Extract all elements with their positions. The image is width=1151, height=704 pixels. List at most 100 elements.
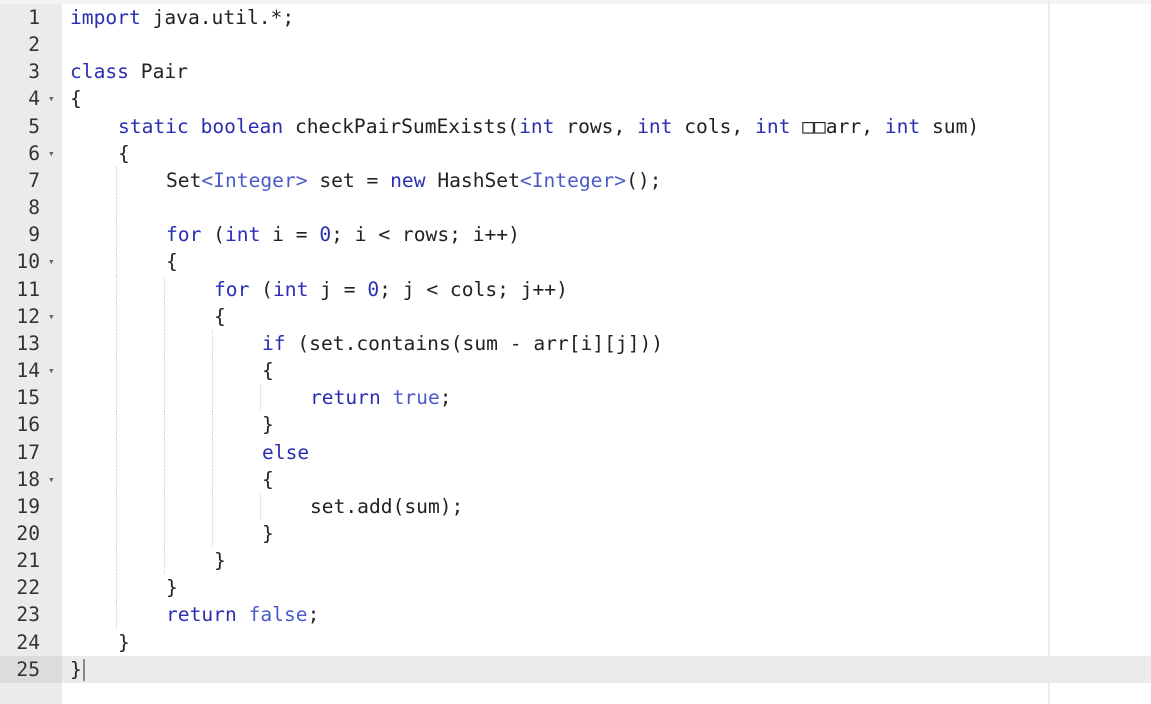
indent-guide [164,411,165,439]
code-line[interactable]: 23 return false; [0,601,1151,629]
code-line[interactable]: 7 Set<Integer> set = new HashSet<Integer>… [0,166,1151,195]
line-number-cell: 7 [0,167,62,194]
code-token: (set.contains(sum - arr[i][j])) [285,331,664,355]
line-number: 4 [28,87,40,111]
indent-guide [116,465,117,493]
type-token: 0 [367,277,380,301]
fold-toggle-icon[interactable]: ▾ [48,248,55,275]
line-number-cell: 22 [0,574,62,601]
keyword-token: int [755,114,791,138]
indent-guide [116,492,117,520]
code-token: checkPairSumExists( [283,114,520,138]
code-line[interactable]: 1 import java.util.*; [0,4,1151,31]
line-number: 14 [16,359,40,383]
code-line[interactable]: 9 for (int i = 0; i < rows; i++) [0,221,1151,249]
code-line[interactable]: 11 for (int j = 0; j < cols; j++) [0,275,1151,303]
code-text: } [166,574,178,601]
indent-guide [116,302,117,330]
keyword-token: int [224,223,261,247]
code-text: } [262,411,274,438]
line-number: 5 [28,114,40,138]
keyword-token: return [310,386,381,410]
code-text: static boolean checkPairSumExists(int ro… [118,113,979,140]
indent-guide [116,601,117,629]
code-line[interactable]: 22} [0,574,1151,602]
code-line[interactable]: 14 ▾ { [0,357,1151,385]
code-text: } [262,520,274,547]
code-token: ; [439,386,452,410]
line-number-cell: 14 ▾ [0,357,62,384]
line-number: 16 [16,413,40,437]
line-number: 20 [16,521,40,545]
code-line[interactable]: 25} [0,655,1151,683]
code-line[interactable]: 4 ▾{ [0,85,1151,112]
code-token: set = [307,168,391,192]
indent-guide [260,492,261,520]
indent-guide [164,438,165,466]
line-number-cell: 5 [0,113,62,140]
fold-toggle-icon[interactable]: ▾ [48,85,55,112]
indent-guide [212,465,213,493]
line-number-cell: 4 ▾ [0,85,62,112]
indent-guide [116,248,117,276]
fold-toggle-icon[interactable]: ▾ [48,466,55,493]
code-token: ( [249,277,273,301]
code-line[interactable]: 6 ▾{ [0,140,1151,167]
line-number-cell: 20 [0,520,62,547]
fold-toggle-icon[interactable]: ▾ [48,140,55,167]
code-line[interactable]: 15 return true; [0,384,1151,412]
indent-guide [116,574,117,602]
line-number-cell: 1 [0,4,62,31]
fold-toggle-icon[interactable]: ▾ [48,303,55,330]
code-lines[interactable]: 1 import java.util.*; 2 3 class Pair 4 ▾{5 stat… [0,4,1151,683]
code-line[interactable]: 18 ▾ { [0,465,1151,493]
indent-guide [260,384,261,412]
code-token: j = [308,277,368,301]
line-number: 17 [16,440,40,464]
code-line[interactable]: 16} [0,411,1151,439]
code-text: Set<Integer> set = new HashSet<Integer>(… [166,167,661,194]
code-line[interactable]: 5 static boolean checkPairSumExists(int r… [0,113,1151,140]
indent-guide [116,519,117,548]
line-number-cell: 10 ▾ [0,248,62,275]
code-line[interactable]: 17 else [0,438,1151,466]
code-token: i = [260,223,320,247]
code-line[interactable]: 3 class Pair [0,58,1151,85]
line-number: 2 [28,33,40,57]
code-line[interactable]: 2 [0,31,1151,58]
keyword-token: for [214,277,250,301]
indent-guide [212,492,213,520]
keyword-token: if [262,331,286,355]
line-number-cell: 18 ▾ [0,466,62,493]
fold-toggle-icon[interactable]: ▾ [48,357,55,384]
line-number: 3 [28,60,40,84]
indent-guide [116,357,117,385]
code-line[interactable]: 21} [0,547,1151,575]
code-token: Set [166,168,202,192]
code-line[interactable]: 24} [0,629,1151,656]
indent-guide [116,547,117,575]
line-number: 11 [16,277,40,301]
code-line[interactable]: 8 [0,194,1151,222]
code-text: { [70,85,82,112]
code-token: { [262,467,274,491]
line-number-cell: 23 [0,601,62,628]
indent-guide [116,275,117,303]
line-number-cell: 8 [0,194,62,221]
code-line[interactable]: 12 ▾ { [0,302,1151,330]
code-line[interactable]: 19 set.add(sum); [0,492,1151,520]
code-editor[interactable]: 1 import java.util.*; 2 3 class Pair 4 ▾{5 stat… [0,0,1151,704]
code-text: { [262,466,274,493]
keyword-token: boolean [200,114,284,138]
keyword-token: static [118,114,189,138]
type-token: <Integer> [519,168,627,192]
line-number-cell: 3 [0,58,62,85]
code-line[interactable]: 10 ▾ { [0,248,1151,276]
code-token: } [118,630,130,654]
code-line[interactable]: 20} [0,519,1151,548]
code-line[interactable]: 13 if (set.contains(sum - arr[i][j])) [0,329,1151,358]
keyword-token: int [637,114,673,138]
code-token: { [166,250,178,274]
type-token: 0 [319,223,332,247]
